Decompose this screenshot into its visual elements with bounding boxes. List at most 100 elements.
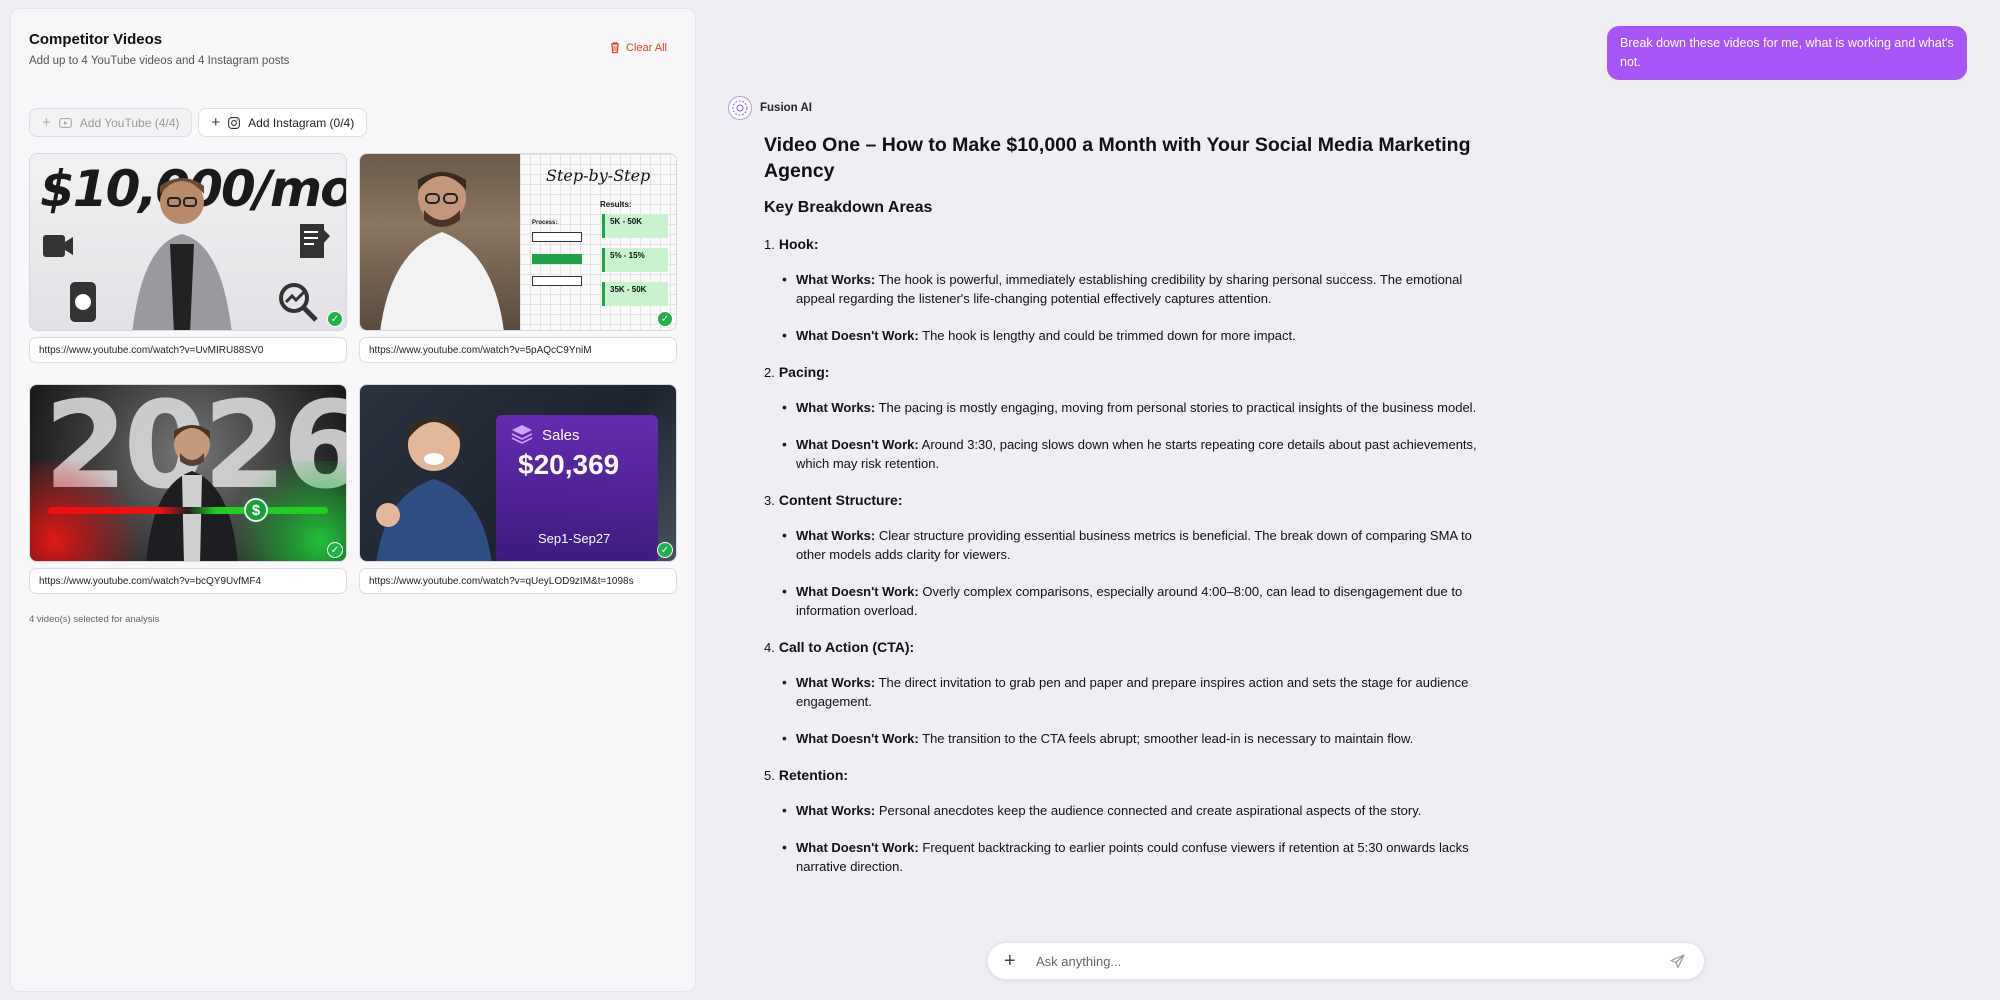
section-number: 4. [764, 640, 775, 655]
attach-plus-icon[interactable]: + [1004, 950, 1028, 973]
works-bullet: What Works: Personal anecdotes keep the … [764, 801, 1484, 820]
doesnt-work-label: What Doesn't Work: [796, 584, 919, 599]
process-step [532, 232, 582, 242]
video-thumbnail[interactable]: $10,000/month ✓ [29, 153, 347, 331]
doesnt-work-label: What Doesn't Work: [796, 328, 919, 343]
video-url-field[interactable]: https://www.youtube.com/watch?v=qUeyLOD9… [359, 568, 677, 594]
section-bullets: What Works: Clear structure providing es… [764, 526, 1484, 620]
doesnt-work-bullet: What Doesn't Work: The hook is lengthy a… [764, 326, 1484, 345]
doesnt-work-label: What Doesn't Work: [796, 840, 919, 855]
works-text: Personal anecdotes keep the audience con… [878, 803, 1422, 818]
doesnt-work-text: The transition to the CTA feels abrupt; … [922, 731, 1414, 746]
add-instagram-label: Add Instagram (0/4) [248, 115, 355, 130]
sales-dates: Sep1-Sep27 [538, 531, 611, 546]
video-url-field[interactable]: https://www.youtube.com/watch?v=5pAQcC9Y… [359, 337, 677, 363]
works-label: What Works: [796, 400, 876, 415]
works-bullet: What Works: The direct invitation to gra… [764, 673, 1484, 711]
doesnt-work-bullet: What Doesn't Work: Frequent backtracking… [764, 838, 1484, 876]
selected-check-icon: ✓ [327, 311, 343, 327]
doesnt-work-text: The hook is lengthy and could be trimmed… [922, 328, 1296, 343]
video-url-field[interactable]: https://www.youtube.com/watch?v=bcQY9Uvf… [29, 568, 347, 594]
video-card[interactable]: $10,000/month ✓ https://www.youtube.com/… [29, 153, 347, 363]
breakdown-section: 5.Retention: What Works: Personal anecdot… [764, 766, 1484, 876]
plus-icon: + [42, 114, 51, 131]
works-label: What Works: [796, 272, 876, 287]
thumbnail-title: Step-by-Step [546, 166, 651, 185]
section-bullets: What Works: The hook is powerful, immedi… [764, 270, 1484, 345]
works-text: Clear structure providing essential busi… [796, 528, 1472, 562]
ai-message-body: Video One – How to Make $10,000 a Month … [764, 132, 1484, 894]
breakdown-section: 4.Call to Action (CTA): What Works: The d… [764, 638, 1484, 748]
section-title: 2. Pacing: [764, 363, 1484, 382]
video-thumbnail[interactable]: Sales $20,369 Sep1-Sep27 ✓ [359, 384, 677, 562]
works-text: The direct invitation to grab pen and pa… [796, 675, 1469, 709]
competitor-videos-panel: Competitor Videos Add up to 4 YouTube vi… [10, 8, 696, 992]
sales-amount: $20,369 [518, 449, 620, 480]
add-youtube-label: Add YouTube (4/4) [79, 115, 180, 130]
works-bullet: What Works: The hook is powerful, immedi… [764, 270, 1484, 308]
panel-title: Competitor Videos [29, 31, 163, 48]
video-card[interactable]: 2026 $ ✓ https://www.youtube.com/watch?v… [29, 384, 347, 594]
selected-check-icon: ✓ [327, 542, 343, 558]
send-icon [1669, 953, 1685, 968]
scroll-fade [712, 928, 1992, 938]
doesnt-work-label: What Doesn't Work: [796, 731, 919, 746]
doesnt-work-bullet: What Doesn't Work: The transition to the… [764, 729, 1484, 748]
works-text: The pacing is mostly engaging, moving fr… [878, 400, 1477, 415]
section-bullets: What Works: The direct invitation to gra… [764, 673, 1484, 748]
plus-icon: + [211, 114, 221, 131]
layers-icon [511, 425, 533, 444]
works-bullet: What Works: Clear structure providing es… [764, 526, 1484, 564]
add-instagram-button[interactable]: + Add Instagram (0/4) [198, 108, 368, 137]
fusion-ai-avatar [728, 96, 752, 120]
results-label: Results: [600, 200, 632, 209]
doesnt-work-label: What Doesn't Work: [796, 437, 919, 452]
person-illustration [380, 172, 504, 330]
video-card[interactable]: Sales $20,369 Sep1-Sep27 ✓ https://www.y… [359, 384, 677, 594]
metric-box: 5% - 15% [602, 248, 668, 272]
section-title: 4. Call to Action (CTA): [764, 638, 1484, 657]
clear-all-button[interactable]: Clear All [609, 41, 667, 54]
works-label: What Works: [796, 528, 876, 543]
breakdown-section: 3.Content Structure: What Works: Clear st… [764, 491, 1484, 620]
person-illustration [132, 178, 232, 330]
video-card[interactable]: Step-by-Step Results: Process: 5K - 50K … [359, 153, 677, 363]
progress-stick [48, 507, 328, 514]
breakdown-sections: 1.Hook: What Works: The hook is powerful,… [764, 235, 1484, 876]
section-title-text: Call to Action (CTA): [778, 639, 915, 655]
youtube-icon [58, 117, 72, 128]
person-photo [360, 154, 520, 330]
chat-input-bar: + [987, 942, 1705, 980]
chat-area: Break down these videos for me, what is … [712, 8, 1992, 992]
metric-box: 5K - 50K [602, 214, 668, 238]
metric-box: 35K - 50K [602, 282, 668, 306]
section-bullets: What Works: Personal anecdotes keep the … [764, 801, 1484, 876]
instagram-icon [228, 116, 241, 129]
section-title: 5. Retention: [764, 766, 1484, 785]
video-url-field[interactable]: https://www.youtube.com/watch?v=UvMIRU88… [29, 337, 347, 363]
section-title: 3. Content Structure: [764, 491, 1484, 510]
person-illustration [376, 418, 492, 561]
video-thumbnail[interactable]: Step-by-Step Results: Process: 5K - 50K … [359, 153, 677, 331]
send-button[interactable] [1666, 950, 1688, 972]
section-bullets: What Works: The pacing is mostly engagin… [764, 398, 1484, 473]
doesnt-work-bullet: What Doesn't Work: Around 3:30, pacing s… [764, 435, 1484, 473]
ai-message-header: Fusion AI [728, 96, 812, 120]
video-icon [43, 235, 73, 257]
selected-count-note: 4 video(s) selected for analysis [29, 614, 160, 625]
section-title-text: Pacing: [778, 364, 830, 380]
document-icon [300, 224, 330, 258]
section-number: 1. [764, 237, 775, 252]
selected-check-icon: ✓ [657, 542, 673, 558]
breakdown-section: 1.Hook: What Works: The hook is powerful,… [764, 235, 1484, 345]
section-title-text: Content Structure: [778, 492, 903, 508]
chart-search-icon [279, 283, 318, 322]
process-step [532, 254, 582, 264]
chat-input[interactable] [1036, 953, 1666, 969]
section-title-text: Retention: [778, 767, 849, 783]
fusion-logo-icon [732, 100, 748, 116]
breakdown-section: 2.Pacing: What Works: The pacing is mostl… [764, 363, 1484, 473]
video-thumbnail[interactable]: 2026 $ ✓ [29, 384, 347, 562]
process-label: Process: [532, 220, 558, 226]
add-youtube-button[interactable]: + Add YouTube (4/4) [29, 108, 193, 137]
